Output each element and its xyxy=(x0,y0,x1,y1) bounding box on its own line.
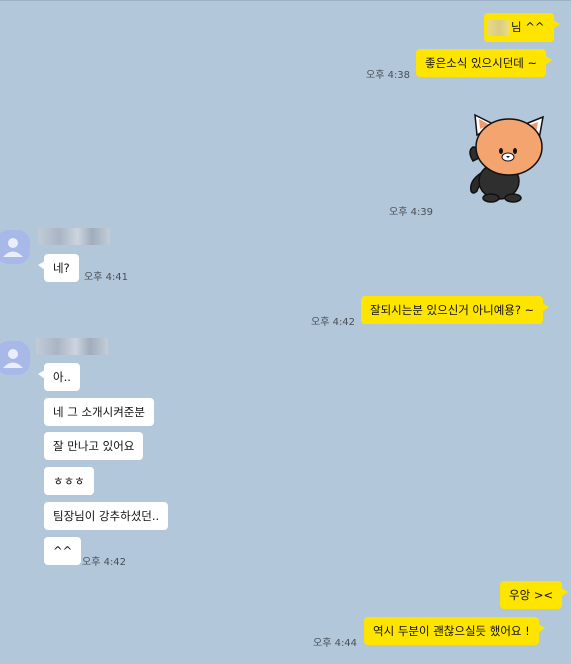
message-text: 네 그 소개시켜준분 xyxy=(53,405,145,419)
message-time: 오후 4:41 xyxy=(84,272,129,283)
my-message-bubble[interactable]: 우앙 >< xyxy=(500,581,569,609)
other-message-bubble[interactable]: 아.. xyxy=(38,363,80,391)
message-time: 오후 4:42 xyxy=(311,317,356,328)
redacted-sender-name xyxy=(36,338,108,355)
message-time: 오후 4:44 xyxy=(313,638,358,649)
message-text: 아.. xyxy=(53,370,71,384)
other-message-bubble[interactable]: ㅎㅎㅎ xyxy=(44,467,94,495)
avatar[interactable] xyxy=(0,230,30,264)
message-text: 역시 두분이 괜찮으실듯 했어요 ! xyxy=(373,624,530,638)
message-time: 오후 4:38 xyxy=(366,70,411,81)
message-time: 오후 4:39 xyxy=(389,207,434,218)
cat-sticker[interactable] xyxy=(463,111,553,206)
redacted-sender-name xyxy=(38,228,110,245)
other-message-bubble[interactable]: 잘 만나고 있어요 xyxy=(44,432,144,460)
message-text: ㅎㅎㅎ xyxy=(53,474,85,488)
message-text: 잘 만나고 있어요 xyxy=(53,439,135,453)
my-message-bubble[interactable]: 잘되시는분 있으신거 아니예용? ~ xyxy=(361,296,550,324)
my-message-bubble[interactable]: 님 ^^ xyxy=(484,13,559,42)
message-text: 좋은소식 있으시던데 ~ xyxy=(425,56,538,70)
cat-character-icon xyxy=(469,113,544,203)
redacted-name xyxy=(488,19,510,36)
default-profile-icon xyxy=(0,230,30,264)
my-message-bubble[interactable]: 역시 두분이 괜찮으실듯 했어요 ! xyxy=(364,617,545,645)
message-text: 잘되시는분 있으신거 아니예용? ~ xyxy=(370,303,535,317)
default-profile-icon xyxy=(0,341,30,375)
avatar[interactable] xyxy=(0,341,30,375)
message-text: 우앙 >< xyxy=(509,588,554,602)
my-message-bubble[interactable]: 좋은소식 있으시던데 ~ xyxy=(416,49,553,77)
message-text: 님 ^^ xyxy=(511,20,545,34)
other-message-bubble[interactable]: 네 그 소개시켜준분 xyxy=(44,398,154,426)
other-message-bubble[interactable]: 네? xyxy=(38,254,79,282)
message-text: 팀장님이 강추하셨던.. xyxy=(53,509,160,523)
message-text: 네? xyxy=(53,261,70,275)
message-time: 오후 4:42 xyxy=(82,557,127,568)
other-message-bubble[interactable]: 팀장님이 강추하셨던.. xyxy=(44,502,169,530)
other-message-bubble[interactable]: ^^ xyxy=(44,537,82,565)
message-text: ^^ xyxy=(53,544,73,558)
